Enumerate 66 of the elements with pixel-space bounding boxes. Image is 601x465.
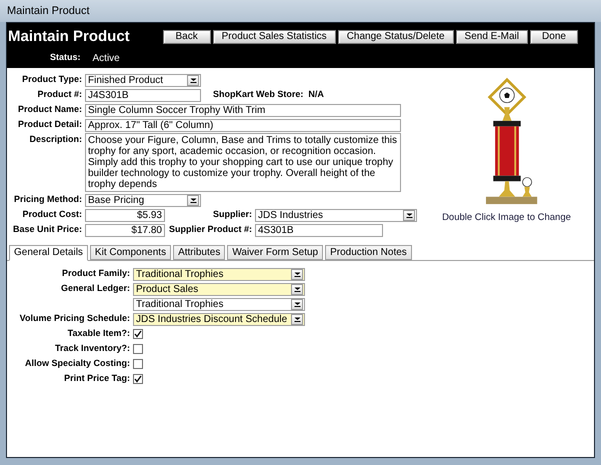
pricing-method-dropdown[interactable]: Base Pricing (85, 194, 201, 206)
field-label: Volume Pricing Schedule: (18, 312, 131, 326)
general-details-dropdown[interactable]: Traditional Trophies (133, 298, 305, 310)
caret-icon (190, 198, 196, 202)
dropdown-button[interactable] (403, 210, 415, 220)
field-label: Track Inventory?: (54, 342, 131, 356)
store-label: ShopKart Web Store: (213, 88, 304, 102)
toolbar-button[interactable]: Change Status/Delete (338, 30, 454, 44)
dropdown-button[interactable] (291, 268, 303, 280)
field-label: Base Unit Price: (12, 223, 83, 236)
field-label: Print Price Tag: (63, 372, 131, 386)
field-label: Description: (28, 133, 83, 146)
dropdown-button[interactable] (187, 74, 199, 86)
product-number-field[interactable]: J4S301B (85, 88, 201, 102)
caret-icon (294, 302, 300, 306)
tab[interactable]: Waiver Form Setup (227, 245, 324, 260)
general-details-dropdown[interactable]: JDS Industries Discount Schedule (133, 312, 305, 326)
window-title: Maintain Product (7, 4, 90, 19)
toolbar-button[interactable]: Back (162, 30, 211, 44)
caret-icon (406, 212, 412, 218)
field-label: Allow Specialty Costing: (24, 357, 131, 370)
status-value: Active (92, 52, 120, 66)
field-label: Supplier Product #: (168, 223, 253, 236)
caret-icon (294, 272, 300, 276)
field-label: Product #: (36, 88, 83, 102)
store-value: N/A (308, 88, 324, 102)
field-label: Product Cost: (22, 208, 83, 222)
product-detail-field[interactable]: Approx. 17" Tall (6" Column) (85, 118, 401, 132)
dropdown-button[interactable] (187, 194, 199, 206)
tab[interactable]: Production Notes (325, 245, 412, 260)
general-details-dropdown[interactable]: Traditional Trophies (133, 268, 305, 280)
caret-icon (294, 286, 300, 292)
checkbox[interactable] (133, 329, 143, 339)
status-label: Status: (50, 51, 81, 64)
toolbar-button[interactable]: Done (530, 30, 578, 44)
image-caption: Double Click Image to Change (442, 211, 571, 225)
description-field[interactable]: Choose your Figure, Column, Base and Trims to totally customize this trophy for any sport, academic occasion, or recognition occasion. Simply add this trophy to your shopping cart to use our unique trophy builder technology to customize your trophy. Overall height of the trophy depends (85, 133, 401, 192)
product-cost-field[interactable]: $5.93 (85, 208, 165, 222)
field-label: Product Name: (16, 103, 83, 116)
checkbox[interactable] (133, 344, 143, 354)
field-label: Product Family: (60, 267, 131, 280)
field-label: General Ledger: (60, 282, 131, 296)
dropdown-button[interactable] (291, 298, 303, 310)
dropdown-button[interactable] (291, 314, 303, 324)
supplier-product-number-field[interactable]: 4S301B (255, 224, 383, 236)
tab[interactable]: General Details (9, 245, 88, 261)
product-type-dropdown[interactable]: Finished Product (85, 74, 201, 86)
toolbar-button[interactable]: Send E-Mail (456, 30, 528, 44)
caret-icon (190, 78, 196, 82)
checkbox[interactable] (133, 359, 143, 369)
caret-icon (294, 316, 300, 322)
field-label: Pricing Method: (13, 193, 83, 206)
toolbar-button[interactable]: Product Sales Statistics (212, 30, 336, 44)
dropdown-button[interactable] (291, 284, 303, 294)
product-name-field[interactable]: Single Column Soccer Trophy With Trim (85, 104, 401, 116)
tab[interactable]: Kit Components (90, 245, 172, 260)
checkbox[interactable] (133, 374, 143, 384)
field-label: Product Detail: (16, 118, 83, 132)
supplier-dropdown[interactable]: JDS Industries (255, 208, 417, 222)
field-label: Supplier: (212, 208, 253, 222)
field-label: Product Type: (21, 73, 83, 86)
base-unit-price-field[interactable]: $17.80 (85, 224, 165, 236)
page-title: Maintain Product (7, 26, 130, 47)
field-label: Taxable Item?: (66, 327, 131, 340)
tab[interactable]: Attributes (173, 245, 226, 260)
general-details-dropdown[interactable]: Product Sales (133, 282, 305, 296)
